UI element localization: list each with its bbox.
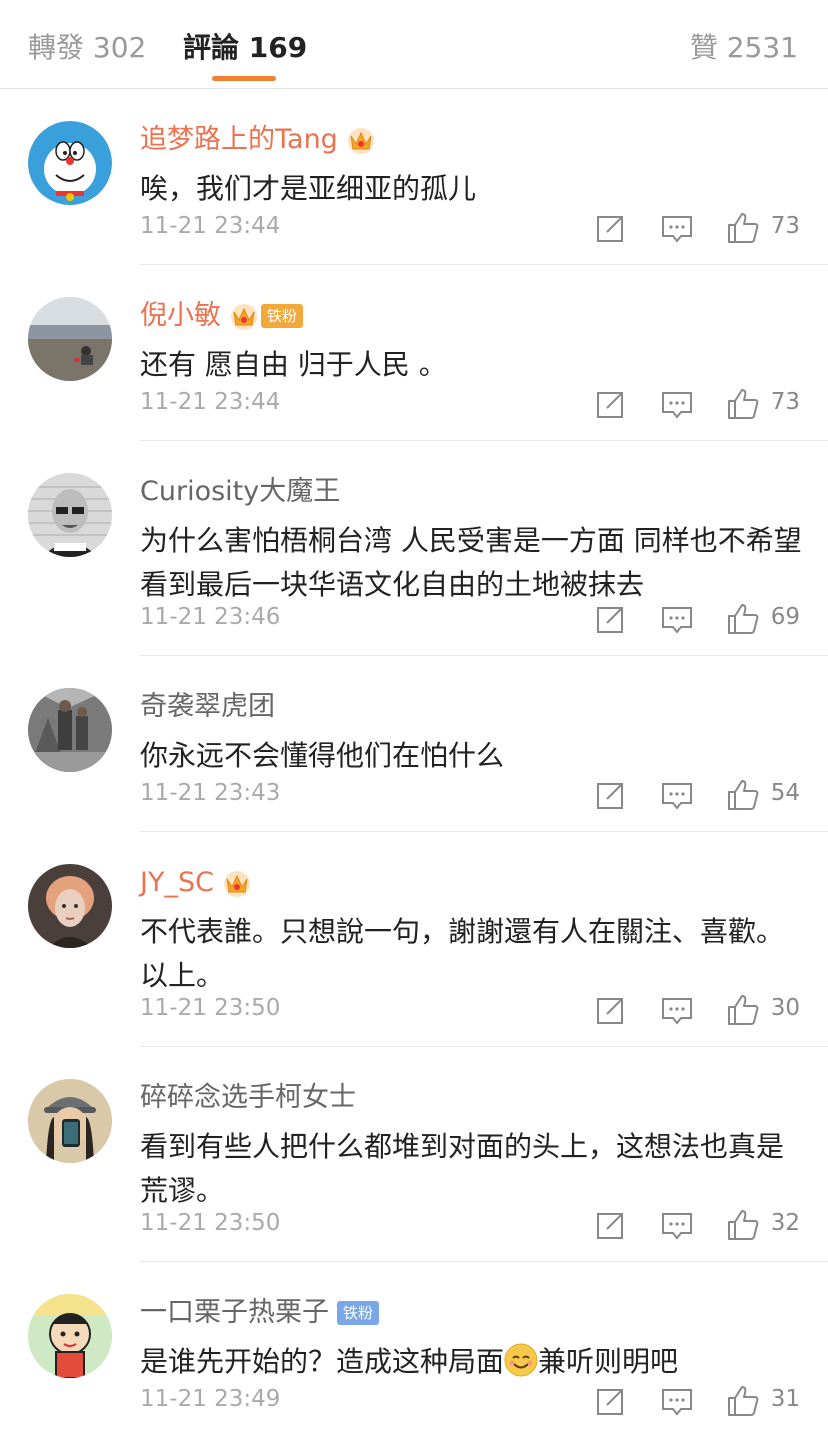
- comment-text: 为什么害怕梧桐台湾 人民受害是一方面 同样也不希望看到最后一块华语文化自由的土地…: [140, 524, 802, 601]
- comment-icon[interactable]: [660, 387, 694, 421]
- comment-item: 一口栗子热栗子 铁粉 是谁先开始的？造成这种局面 兼听则明吧 11-21 23:4…: [0, 1262, 828, 1438]
- tab-reposts[interactable]: 轉發 302: [28, 26, 146, 66]
- fan-badge: 铁粉: [261, 304, 304, 328]
- comment-text: 唉，我们才是亚细亚的孤儿: [140, 172, 477, 205]
- comment-footer: 11-21 23:50 32: [140, 1208, 800, 1244]
- author-name[interactable]: 碎碎念选手柯女士: [140, 1081, 356, 1115]
- like-count: 54: [770, 780, 800, 806]
- selfie-avatar[interactable]: [28, 1079, 112, 1163]
- comment-text-part: 是谁先开始的？造成这种局面: [140, 1345, 505, 1378]
- comment-icon[interactable]: [660, 1384, 694, 1418]
- author-name[interactable]: Curiosity大魔王: [140, 475, 340, 509]
- active-tab-indicator: [212, 76, 276, 81]
- share-icon[interactable]: [594, 993, 628, 1027]
- comment-author[interactable]: 一口栗子热栗子 铁粉: [140, 1296, 380, 1330]
- comment-text: 还有 愿自由 归于人民 。: [140, 348, 447, 381]
- comment-footer: 11-21 23:50 30: [140, 993, 800, 1029]
- like-icon[interactable]: [726, 211, 760, 245]
- like-icon[interactable]: [726, 993, 760, 1027]
- comment-time: 11-21 23:44: [140, 389, 281, 415]
- comment-item: 奇袭翠虎团 你永远不会懂得他们在怕什么 11-21 23:43 54: [0, 656, 828, 832]
- tab-comments[interactable]: 評論 169: [183, 26, 307, 66]
- comment-time: 11-21 23:50: [140, 1210, 281, 1236]
- comment-icon[interactable]: [660, 778, 694, 812]
- like-count: 31: [770, 1386, 800, 1412]
- comment-footer: 11-21 23:49 31: [140, 1384, 800, 1420]
- comment-item: 倪小敏 铁粉 还有 愿自由 归于人民 。 11-21 23:44 73: [0, 265, 828, 441]
- tab-likes[interactable]: 贊 2531: [690, 26, 798, 66]
- author-name[interactable]: 倪小敏: [140, 299, 221, 333]
- vip-crown-icon: [231, 304, 257, 330]
- comment-time: 11-21 23:43: [140, 780, 281, 806]
- like-icon[interactable]: [726, 387, 760, 421]
- comment-footer: 11-21 23:46 69: [140, 602, 800, 638]
- like-count: 69: [770, 604, 800, 630]
- comment-text: 是谁先开始的？造成这种局面 兼听则明吧: [140, 1340, 810, 1384]
- share-icon[interactable]: [594, 1208, 628, 1242]
- comment-icon[interactable]: [660, 993, 694, 1027]
- author-name[interactable]: JY_SC: [140, 866, 214, 900]
- comment-icon[interactable]: [660, 602, 694, 636]
- comment-text: 看到有些人把什么都堆到对面的头上，这想法也真是荒谬。: [140, 1130, 785, 1207]
- comment-text: 不代表誰。只想說一句，謝謝還有人在關注、喜歡。以上。: [140, 915, 785, 992]
- comment-text: 你永远不会懂得他们在怕什么: [140, 739, 505, 772]
- comment-time: 11-21 23:50: [140, 995, 281, 1021]
- comment-time: 11-21 23:46: [140, 604, 281, 630]
- comment-time: 11-21 23:44: [140, 213, 281, 239]
- like-count: 30: [770, 995, 800, 1021]
- comment-icon[interactable]: [660, 1208, 694, 1242]
- author-name[interactable]: 奇袭翠虎团: [140, 690, 275, 724]
- vip-crown-icon: [347, 128, 374, 154]
- like-icon[interactable]: [726, 602, 760, 636]
- comment-tabs-bar: 轉發 302 評論 169 贊 2531: [0, 0, 828, 89]
- smile-emoji-icon: [504, 1343, 538, 1377]
- author-name[interactable]: 追梦路上的Tang: [140, 123, 338, 157]
- comment-list: 追梦路上的Tang 唉，我们才是亚细亚的孤儿 11-21 23:44 73 倪小…: [0, 89, 828, 1438]
- girl-portrait-avatar[interactable]: [28, 864, 112, 948]
- cartoon-avatar[interactable]: [28, 1294, 112, 1378]
- share-icon[interactable]: [594, 211, 628, 245]
- doraemon-avatar[interactable]: [28, 121, 112, 205]
- beach-photo-avatar[interactable]: [28, 297, 112, 381]
- comment-author[interactable]: 追梦路上的Tang: [140, 123, 376, 157]
- like-icon[interactable]: [726, 1208, 760, 1242]
- comment-author[interactable]: 倪小敏 铁粉: [140, 299, 304, 333]
- comment-item: 碎碎念选手柯女士 看到有些人把什么都堆到对面的头上，这想法也真是荒谬。 11-2…: [0, 1047, 828, 1262]
- comment-item: JY_SC 不代表誰。只想說一句，謝謝還有人在關注、喜歡。以上。 11-21 2…: [0, 832, 828, 1047]
- comment-author[interactable]: 碎碎念选手柯女士: [140, 1081, 356, 1115]
- share-icon[interactable]: [594, 387, 628, 421]
- share-icon[interactable]: [594, 1384, 628, 1418]
- like-count: 32: [770, 1210, 800, 1236]
- like-count: 73: [770, 389, 800, 415]
- share-icon[interactable]: [594, 778, 628, 812]
- comment-icon[interactable]: [660, 211, 694, 245]
- comment-author[interactable]: JY_SC: [140, 866, 252, 900]
- like-icon[interactable]: [726, 1384, 760, 1418]
- comment-item: Curiosity大魔王 为什么害怕梧桐台湾 人民受害是一方面 同样也不希望看到…: [0, 441, 828, 656]
- comment-text-part: 兼听则明吧: [538, 1345, 679, 1378]
- comment-footer: 11-21 23:44 73: [140, 211, 800, 247]
- comment-footer: 11-21 23:44 73: [140, 387, 800, 423]
- like-icon[interactable]: [726, 778, 760, 812]
- group-photo-avatar[interactable]: [28, 688, 112, 772]
- comment-item: 追梦路上的Tang 唉，我们才是亚细亚的孤儿 11-21 23:44 73: [0, 89, 828, 265]
- comment-footer: 11-21 23:43 54: [140, 778, 800, 814]
- comment-author[interactable]: 奇袭翠虎团: [140, 690, 275, 724]
- share-icon[interactable]: [594, 602, 628, 636]
- author-name[interactable]: 一口栗子热栗子: [140, 1296, 329, 1330]
- mugshot-avatar[interactable]: [28, 473, 112, 557]
- vip-crown-icon: [223, 871, 250, 897]
- like-count: 73: [770, 213, 800, 239]
- fan-badge: 铁粉: [337, 1301, 380, 1325]
- comment-author[interactable]: Curiosity大魔王: [140, 475, 340, 509]
- comment-time: 11-21 23:49: [140, 1386, 281, 1412]
